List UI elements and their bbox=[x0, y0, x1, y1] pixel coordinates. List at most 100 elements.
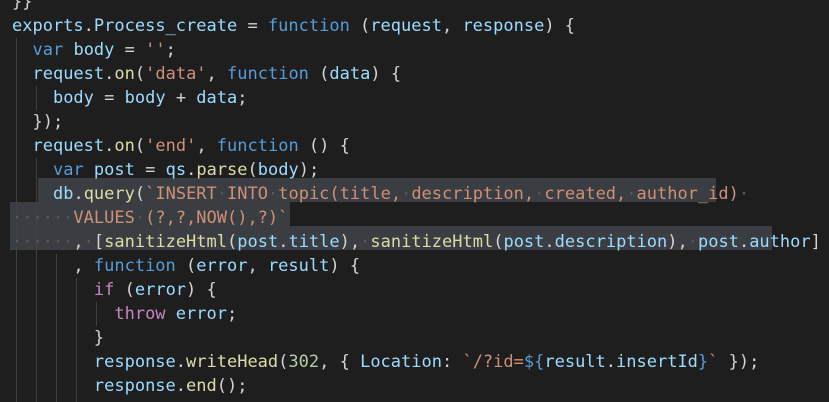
code-token: body bbox=[257, 160, 299, 180]
code-line[interactable]: var body = ''; bbox=[12, 38, 176, 62]
code-token: parse bbox=[196, 160, 248, 180]
code-line[interactable]: if (error) { bbox=[12, 278, 217, 302]
code-token: post bbox=[503, 232, 545, 252]
code-line[interactable]: throw error; bbox=[12, 302, 237, 326]
code-token: error bbox=[196, 256, 248, 276]
code-token: ; bbox=[226, 304, 238, 324]
code-token: post bbox=[237, 232, 279, 252]
code-line[interactable]: request.on('data', function (data) { bbox=[12, 62, 401, 86]
code-token: error bbox=[175, 304, 227, 324]
code-token: end bbox=[186, 376, 217, 396]
code-token: , bbox=[196, 136, 217, 156]
code-token: ; bbox=[165, 40, 176, 60]
code-token: ( bbox=[247, 160, 258, 180]
code-token: · bbox=[687, 232, 698, 252]
code-line[interactable]: ······,·[sanitizeHtml(post.title),·sanit… bbox=[12, 230, 821, 254]
code-token: · bbox=[401, 184, 412, 204]
code-token: = bbox=[114, 40, 146, 60]
code-token: ······ bbox=[12, 232, 74, 252]
code-token: ` bbox=[708, 352, 719, 372]
code-token: · bbox=[534, 184, 545, 204]
code-line[interactable]: body = body + data; bbox=[12, 86, 248, 110]
code-token: request bbox=[370, 16, 442, 36]
code-token: , bbox=[73, 232, 84, 252]
code-token: function bbox=[93, 256, 176, 276]
code-token: `INSERT bbox=[145, 184, 217, 204]
code-line[interactable]: db.query(`INSERT·INTO·topic(title,·descr… bbox=[12, 182, 749, 206]
code-token: ( bbox=[349, 16, 371, 36]
code-token: }} bbox=[12, 0, 33, 12]
code-token: response bbox=[93, 352, 176, 372]
code-token: : bbox=[441, 352, 463, 372]
code-token: ( bbox=[493, 232, 504, 252]
code-token: function bbox=[267, 16, 350, 36]
code-line[interactable]: exports.Process_create = function (reque… bbox=[12, 14, 575, 38]
code-token: author bbox=[749, 232, 811, 252]
code-token: created, bbox=[544, 184, 627, 204]
code-token: topic(title, bbox=[278, 184, 402, 204]
code-token: body bbox=[73, 40, 115, 60]
code-token: · bbox=[83, 232, 94, 252]
code-line[interactable]: var post = qs.parse(body); bbox=[12, 158, 319, 182]
code-token: ; bbox=[237, 88, 248, 108]
code-token: ( bbox=[308, 64, 330, 84]
code-token: on bbox=[114, 64, 135, 84]
code-token: description, bbox=[411, 184, 535, 204]
code-token: request bbox=[32, 64, 105, 84]
code-token: . bbox=[605, 352, 617, 372]
code-line[interactable]: response.writeHead(302, { Location: `/?i… bbox=[12, 350, 759, 374]
code-token: . bbox=[175, 376, 187, 396]
code-token: post bbox=[93, 160, 135, 180]
code-token: exports bbox=[12, 16, 84, 36]
code-token: `/?id= bbox=[462, 352, 524, 372]
code-token: Process_create bbox=[93, 16, 238, 36]
code-line[interactable]: ······VALUES·(?,?,NOW(),?)` bbox=[12, 206, 288, 230]
code-token: () { bbox=[298, 136, 350, 156]
code-token: author_id) bbox=[636, 184, 739, 204]
code-token: query bbox=[83, 184, 135, 204]
code-token: = bbox=[134, 160, 166, 180]
code-token: = bbox=[93, 88, 125, 108]
code-token: ( bbox=[114, 280, 135, 300]
code-line[interactable]: , function (error, result) { bbox=[12, 254, 360, 278]
code-token: ), bbox=[339, 232, 361, 252]
code-token: ${ bbox=[523, 352, 545, 372]
code-token: ( bbox=[278, 352, 289, 372]
code-token: sanitizeHtml bbox=[104, 232, 227, 252]
code-token: 'data' bbox=[145, 64, 207, 84]
code-token: var bbox=[32, 40, 64, 60]
code-token: · bbox=[134, 208, 146, 228]
code-token: = bbox=[237, 16, 268, 36]
code-token: , bbox=[12, 256, 94, 276]
code-line[interactable]: response.end(); bbox=[12, 374, 248, 398]
code-line[interactable]: }} bbox=[12, 0, 32, 14]
code-token: . bbox=[73, 184, 84, 204]
code-token: function bbox=[216, 136, 299, 156]
code-line[interactable]: request.on('end', function () { bbox=[12, 134, 350, 158]
code-token: ( bbox=[227, 232, 238, 252]
code-token: , bbox=[247, 256, 268, 276]
code-token: writeHead bbox=[186, 352, 279, 372]
code-token: . bbox=[104, 136, 115, 156]
code-token: 'end' bbox=[145, 136, 197, 156]
code-token: }); bbox=[718, 352, 760, 372]
code-line[interactable]: } bbox=[12, 326, 104, 350]
code-token: body bbox=[52, 88, 94, 108]
code-line[interactable]: }) bbox=[12, 398, 93, 402]
code-line[interactable]: }); bbox=[12, 110, 63, 134]
code-token: · bbox=[216, 184, 228, 204]
code-token: db bbox=[52, 184, 74, 204]
code-token: title bbox=[288, 232, 340, 252]
code-editor[interactable]: }} exports.Process_create = function (req… bbox=[0, 0, 829, 402]
code-token: ( bbox=[134, 64, 146, 84]
code-token: description bbox=[554, 232, 668, 252]
code-token: . bbox=[738, 232, 750, 252]
